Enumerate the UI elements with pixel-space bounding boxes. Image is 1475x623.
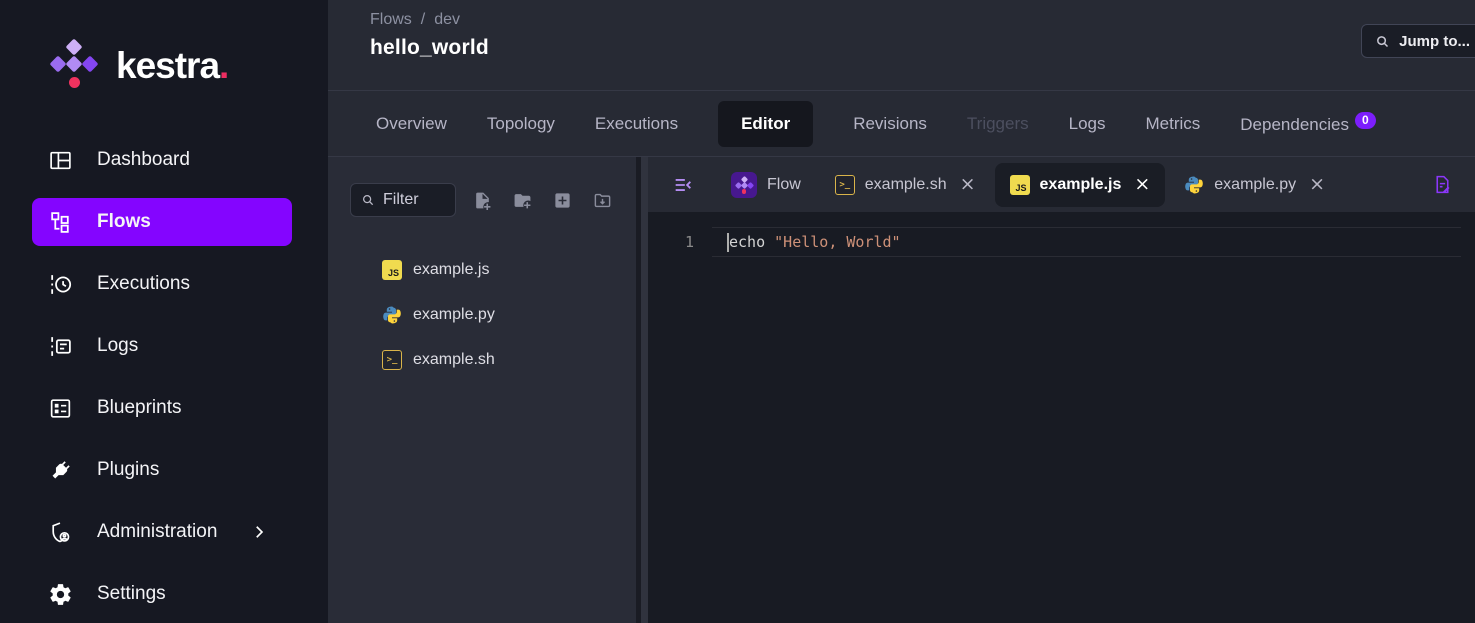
shell-file-icon: >_ — [382, 350, 402, 370]
new-folder-icon[interactable] — [513, 191, 532, 210]
breadcrumb: Flows / dev — [370, 11, 1475, 29]
file-name: example.py — [413, 306, 495, 324]
breadcrumb-flows[interactable]: Flows — [370, 11, 412, 29]
javascript-file-icon: JS — [382, 260, 402, 280]
sidebar: kestra. Dashboard Flows Executions — [0, 0, 328, 623]
tab-logs[interactable]: Logs — [1069, 114, 1106, 134]
filter-input[interactable] — [383, 191, 443, 209]
sidebar-item-administration[interactable]: Administration — [32, 508, 292, 556]
sidebar-item-settings[interactable]: Settings — [32, 570, 292, 618]
dashboard-icon — [48, 148, 73, 173]
editor-tab-flow[interactable]: Flow — [716, 163, 816, 207]
editor-tab-label: example.sh — [865, 176, 947, 194]
main-area: Flows / dev hello_world Jump to... Overv… — [328, 0, 1475, 623]
tab-revisions[interactable]: Revisions — [853, 114, 927, 134]
executions-icon — [48, 272, 73, 297]
tab-overview[interactable]: Overview — [376, 114, 447, 134]
code-text: echo "Hello, World" — [727, 233, 901, 252]
sidebar-item-flows[interactable]: Flows — [32, 198, 292, 246]
sidebar-item-label: Flows — [97, 211, 151, 233]
page-header: Flows / dev hello_world Jump to... — [328, 0, 1475, 91]
kestra-app: kestra. Dashboard Flows Executions — [0, 0, 1475, 623]
file-name: example.js — [413, 261, 489, 279]
page-title: hello_world — [370, 36, 1475, 60]
close-icon[interactable]: × — [1309, 175, 1325, 194]
panel-splitter[interactable] — [636, 157, 648, 623]
python-file-icon — [1184, 175, 1204, 195]
file-item-example-py[interactable]: example.py — [328, 292, 636, 337]
administration-icon — [48, 520, 73, 545]
filter-box[interactable] — [350, 183, 456, 217]
settings-icon — [48, 582, 73, 607]
editor-tab-example-js[interactable]: JS example.js × — [995, 163, 1166, 207]
sidebar-item-label: Administration — [97, 521, 217, 543]
tab-topology[interactable]: Topology — [487, 114, 555, 134]
kestra-logo-icon — [46, 38, 102, 94]
file-name: example.sh — [413, 351, 495, 369]
search-icon — [361, 193, 375, 207]
python-file-icon — [382, 305, 402, 325]
tab-executions[interactable]: Executions — [595, 114, 678, 134]
search-icon — [1375, 34, 1390, 49]
shell-file-icon: >_ — [835, 175, 855, 195]
editor-pane: Flow >_ example.sh × JS example.js × — [648, 157, 1475, 623]
line-number: 1 — [648, 233, 694, 251]
logs-icon — [48, 334, 73, 359]
close-icon[interactable]: × — [960, 175, 976, 194]
file-item-example-sh[interactable]: >_ example.sh — [328, 337, 636, 382]
sidebar-item-executions[interactable]: Executions — [32, 260, 292, 308]
import-folder-icon[interactable] — [593, 191, 612, 210]
editor-tab-label: Flow — [767, 176, 801, 194]
file-list: JS example.js example.py >_ example.sh — [328, 247, 636, 382]
editor-tab-bar: Flow >_ example.sh × JS example.js × — [648, 157, 1475, 212]
sidebar-item-label: Logs — [97, 335, 138, 357]
sidebar-item-label: Blueprints — [97, 397, 182, 419]
sidebar-item-label: Executions — [97, 273, 190, 295]
add-square-icon[interactable] — [553, 191, 572, 210]
sidebar-item-logs[interactable]: Logs — [32, 322, 292, 370]
editor-tab-example-py[interactable]: example.py × — [1169, 163, 1340, 207]
flows-icon — [48, 210, 73, 235]
blueprints-icon — [48, 396, 73, 421]
jump-to-label: Jump to... — [1399, 33, 1470, 50]
code-editor[interactable]: 1 echo "Hello, World" — [648, 212, 1475, 623]
tab-editor[interactable]: Editor — [718, 101, 813, 147]
logo-text: kestra. — [116, 45, 228, 87]
logo-dot: . — [219, 45, 228, 86]
flow-tab-strip: Overview Topology Executions Editor Revi… — [328, 91, 1475, 157]
collapse-sidebar-icon[interactable] — [672, 174, 694, 196]
editor-tab-example-sh[interactable]: >_ example.sh × — [820, 163, 991, 207]
javascript-file-icon: JS — [1010, 175, 1030, 195]
file-item-example-js[interactable]: JS example.js — [328, 247, 636, 292]
tab-triggers[interactable]: Triggers — [967, 114, 1029, 134]
sidebar-item-label: Dashboard — [97, 149, 190, 171]
close-icon[interactable]: × — [1134, 175, 1150, 194]
explorer-toolbar — [350, 183, 636, 217]
editor-tab-label: example.py — [1214, 176, 1296, 194]
sidebar-item-label: Settings — [97, 583, 166, 605]
kestra-logo[interactable]: kestra. — [46, 38, 328, 94]
file-explorer: JS example.js example.py >_ example.sh — [328, 157, 636, 623]
plugins-icon — [48, 458, 73, 483]
file-edit-icon[interactable] — [1432, 174, 1453, 195]
breadcrumb-namespace[interactable]: dev — [434, 11, 460, 29]
editor-content: JS example.js example.py >_ example.sh — [328, 157, 1475, 623]
dependencies-count-badge: 0 — [1355, 112, 1376, 129]
tab-dependencies[interactable]: Dependencies0 — [1240, 112, 1375, 135]
sidebar-item-blueprints[interactable]: Blueprints — [32, 384, 292, 432]
code-line-1: 1 echo "Hello, World" — [648, 227, 1475, 257]
kestra-flow-icon — [731, 172, 757, 198]
sidebar-item-label: Plugins — [97, 459, 159, 481]
jump-to-button[interactable]: Jump to... — [1361, 24, 1475, 58]
sidebar-item-plugins[interactable]: Plugins — [32, 446, 292, 494]
chevron-right-icon — [250, 523, 268, 541]
breadcrumb-separator: / — [421, 11, 425, 29]
sidebar-nav: Dashboard Flows Executions Logs — [0, 136, 328, 618]
editor-tab-label: example.js — [1040, 176, 1122, 194]
tab-metrics[interactable]: Metrics — [1146, 114, 1201, 134]
new-file-icon[interactable] — [473, 191, 492, 210]
sidebar-item-dashboard[interactable]: Dashboard — [32, 136, 292, 184]
